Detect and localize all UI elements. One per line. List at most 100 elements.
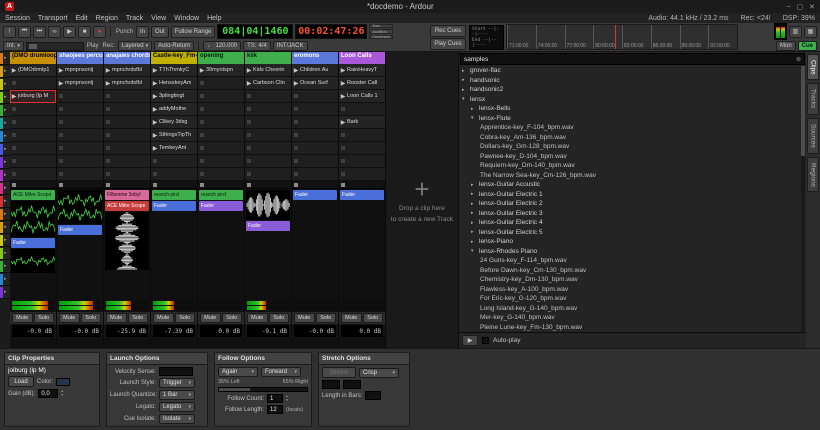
stop-button[interactable]: ■ — [78, 26, 91, 38]
clip-stop-icon[interactable] — [200, 81, 204, 85]
punch-in-button[interactable]: In — [136, 26, 149, 38]
empty-clip-slot[interactable] — [198, 155, 244, 168]
empty-clip-slot[interactable] — [104, 129, 150, 142]
clip-stop-icon[interactable] — [247, 94, 251, 98]
menu-help[interactable]: Help — [207, 15, 221, 22]
empty-clip-slot[interactable] — [245, 129, 291, 142]
fader-processor[interactable]: Fader — [199, 201, 243, 211]
empty-clip-slot[interactable] — [292, 103, 338, 116]
gain-spin-buttons[interactable]: ▴▾ — [61, 390, 63, 397]
empty-clip-slot[interactable] — [10, 129, 56, 142]
menu-track[interactable]: Track — [126, 15, 143, 22]
feedback-toggle[interactable]: Feedback — [369, 35, 393, 40]
punch-out-button[interactable]: Out — [151, 26, 169, 38]
cue-button[interactable]: Cue — [798, 41, 817, 51]
clip-stop-icon[interactable] — [341, 172, 345, 176]
clip-stop-icon[interactable] — [59, 159, 63, 163]
goto-end-button[interactable]: ⏭ — [33, 26, 46, 38]
clip-slot[interactable]: ▶addyMothe — [151, 103, 197, 116]
shuttle-handle[interactable] — [29, 44, 37, 49]
clip-slot[interactable]: ▶Children Au — [292, 64, 338, 77]
midi-panic-button[interactable]: ! — [3, 26, 16, 38]
empty-clip-slot[interactable] — [198, 103, 244, 116]
solo-button[interactable]: Solo — [81, 313, 102, 323]
clip-play-icon[interactable]: ▶ — [151, 132, 159, 139]
mute-button[interactable]: Mute — [247, 313, 268, 323]
empty-clip-slot[interactable] — [339, 168, 385, 181]
mute-button[interactable]: Mute — [153, 313, 174, 323]
tree-file[interactable]: Before Dawn-key_Cm-130_bpm.wav — [459, 266, 806, 276]
fader-processor[interactable]: Fader — [152, 201, 196, 211]
clip-stop-icon[interactable] — [294, 146, 298, 150]
tree-folder[interactable]: ▸lensx-Piano — [459, 237, 806, 247]
clip-stop-icon[interactable] — [247, 120, 251, 124]
clip-play-icon[interactable]: ▶ — [245, 67, 253, 74]
clip-stop-icon[interactable] — [106, 172, 110, 176]
stretch-mode-select[interactable]: Crisp▾ — [359, 368, 399, 378]
clip-slot[interactable]: ▶39myotspn — [198, 64, 244, 77]
cue-trigger-button[interactable]: ▸ — [0, 143, 10, 156]
tab-tracks[interactable]: Tracks — [807, 83, 819, 114]
cue-trigger-button[interactable]: ▸ — [0, 52, 10, 65]
tree-file[interactable]: Long Island-key_G-140_bpm.wav — [459, 304, 806, 314]
clip-stop-icon[interactable] — [59, 133, 63, 137]
clip-stop-icon[interactable] — [106, 107, 110, 111]
empty-clip-slot[interactable] — [198, 142, 244, 155]
clip-play-icon[interactable]: ▶ — [57, 67, 65, 74]
fader-processor[interactable]: Fader — [340, 190, 384, 200]
clip-color-swatch[interactable] — [56, 378, 70, 386]
track-header[interactable]: shaojees percussi — [57, 52, 103, 64]
tab-sources[interactable]: Sources — [807, 118, 819, 154]
tree-folder[interactable]: ▸grover-flac — [459, 66, 806, 76]
mute-button[interactable]: Mute — [341, 313, 362, 323]
empty-clip-slot[interactable] — [57, 103, 103, 116]
tree-file[interactable]: Cobra-key_Am-136_bpm.wav — [459, 133, 806, 143]
track-header[interactable]: Castle-key_Fm-150bp — [151, 52, 197, 64]
clip-slot[interactable]: ▶joiburg (lp M — [10, 90, 56, 103]
follow-probability-slider[interactable] — [218, 387, 308, 392]
fader-processor[interactable]: Fader — [58, 225, 102, 235]
track-header[interactable]: kiik — [245, 52, 291, 64]
empty-clip-slot[interactable] — [57, 142, 103, 155]
stretch-field-1[interactable] — [322, 380, 340, 389]
length-in-bars-field[interactable] — [365, 391, 381, 400]
empty-clip-slot[interactable] — [10, 103, 56, 116]
empty-clip-slot[interactable] — [198, 90, 244, 103]
cue-trigger-button[interactable]: ▸ — [0, 130, 10, 143]
clip-slot[interactable]: ▶mpnchrdsfbl — [104, 64, 150, 77]
empty-clip-slot[interactable] — [10, 168, 56, 181]
tree-folder[interactable]: ▸lensx-Guitar Electric 5 — [459, 228, 806, 238]
time-signature-button[interactable]: TS:4/4 — [243, 41, 271, 51]
cue-trigger-button[interactable]: ▸ — [0, 117, 10, 130]
solo-button[interactable]: Solo — [34, 313, 55, 323]
tree-folder[interactable]: ▸lensx-Guitar Electric 2 — [459, 199, 806, 209]
clip-stop-icon[interactable] — [200, 133, 204, 137]
clip-play-icon[interactable]: ▶ — [104, 67, 112, 74]
mute-button[interactable]: Mute — [12, 313, 33, 323]
goto-start-button[interactable]: ⏮ — [18, 26, 31, 38]
clip-stop-icon[interactable] — [247, 159, 251, 163]
clip-slot[interactable]: ▶(DMOdrmlp1 — [10, 64, 56, 77]
mute-button[interactable]: Mute — [294, 313, 315, 323]
velocity-sense-field[interactable] — [159, 367, 193, 376]
clip-stop-icon[interactable] — [294, 172, 298, 176]
clip-stop-icon[interactable] — [106, 146, 110, 150]
solo-button[interactable]: Solo — [269, 313, 290, 323]
tree-file[interactable]: Mer-key_G-140_bpm.wav — [459, 313, 806, 323]
clip-stop-icon[interactable] — [294, 94, 298, 98]
empty-clip-slot[interactable] — [10, 116, 56, 129]
empty-clip-slot[interactable] — [10, 77, 56, 90]
playhead[interactable] — [615, 25, 616, 49]
launch-style-select[interactable]: Trigger▾ — [159, 378, 195, 388]
tree-folder[interactable]: ▾lensx-Rhodes Piano — [459, 247, 806, 257]
tempo-button[interactable]: ♩ 120.000 — [203, 41, 241, 51]
plugin-processor[interactable]: resech pird — [199, 190, 243, 200]
empty-clip-slot[interactable] — [339, 155, 385, 168]
clip-stop-icon[interactable] — [294, 159, 298, 163]
cue-trigger-button[interactable]: ▸ — [0, 104, 10, 117]
clip-slot[interactable]: ▶Bark — [339, 116, 385, 129]
clip-slot[interactable]: ▶TemkeyAnt — [151, 142, 197, 155]
clip-stop-icon[interactable] — [294, 107, 298, 111]
clip-slot[interactable]: ▶mpnpnsonlj — [57, 77, 103, 90]
tree-folder[interactable]: ▸handsonic2 — [459, 85, 806, 95]
